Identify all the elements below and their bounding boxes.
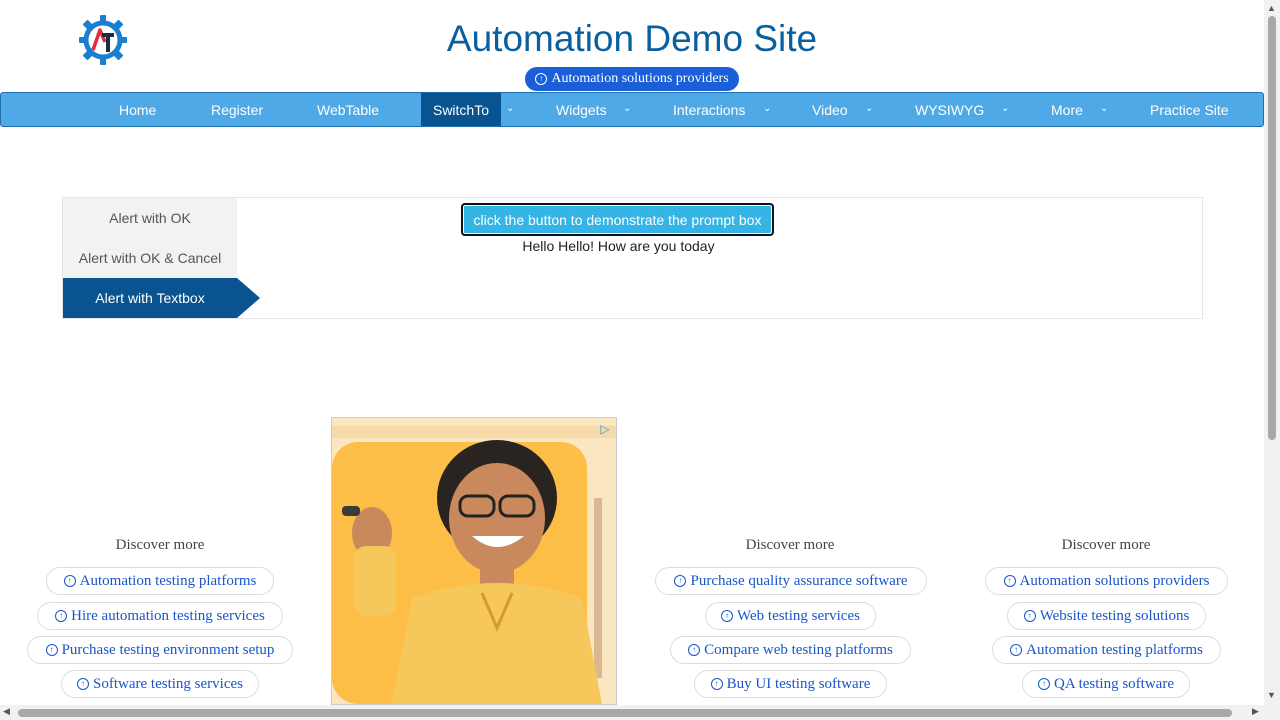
nav-item-practice-site[interactable]: Practice Site: [1150, 93, 1229, 126]
arrow-up-circle-icon: ↑: [1003, 575, 1016, 587]
advertisement-banner[interactable]: ▷: [331, 417, 617, 705]
discover-link[interactable]: ↑ QA testing software: [1022, 670, 1190, 698]
nav-item-widgets[interactable]: Widgets: [556, 93, 607, 126]
discover-link[interactable]: ↑ Website testing solutions: [1007, 602, 1206, 630]
main-navbar: Home Register WebTable SwitchTo ⌄ Widget…: [0, 92, 1264, 127]
arrow-up-circle-icon: ↑: [1038, 678, 1050, 690]
scroll-right-arrow-icon[interactable]: ▶: [1252, 706, 1259, 717]
arrow-up-circle-icon: ↑: [721, 610, 734, 622]
discover-link[interactable]: ↑ Automation solutions providers: [985, 567, 1228, 595]
arrow-up-circle-icon: ↑: [55, 610, 68, 622]
nav-item-interactions[interactable]: Interactions: [673, 93, 745, 126]
arrow-up-circle-icon: ↑: [710, 678, 723, 690]
promo-link-pill[interactable]: ↑ Automation solutions providers: [525, 67, 739, 91]
chevron-down-icon[interactable]: ⌄: [506, 103, 514, 114]
discover-more-heading: Discover more: [745, 537, 835, 553]
chevron-down-icon[interactable]: ⌄: [1001, 103, 1009, 114]
horizontal-scroll-thumb[interactable]: [18, 709, 1232, 717]
arrow-up-circle-icon: ↑: [1010, 644, 1023, 656]
arrow-up-circle-icon: ↑: [77, 678, 90, 690]
nav-item-video[interactable]: Video: [812, 93, 848, 126]
discover-link[interactable]: ↑ Purchase quality assurance software: [655, 567, 927, 595]
nav-item-more[interactable]: More: [1051, 93, 1083, 126]
site-title: Automation Demo Site: [446, 18, 818, 59]
discover-link[interactable]: ↑ Automation testing platforms: [46, 567, 274, 595]
discover-link[interactable]: ↑ Purchase testing environment setup: [27, 636, 293, 664]
tab-alert-ok[interactable]: Alert with OK: [63, 198, 237, 238]
discover-link[interactable]: ↑ Web testing services: [705, 602, 876, 630]
nav-item-webtable[interactable]: WebTable: [317, 93, 379, 126]
vertical-scroll-thumb[interactable]: [1268, 16, 1276, 440]
arrow-up-circle-icon: ↑: [45, 644, 58, 656]
scroll-up-arrow-icon[interactable]: ▲: [1267, 3, 1276, 13]
discover-link[interactable]: ↑ Hire automation testing services: [37, 602, 283, 630]
tab-alert-ok-cancel[interactable]: Alert with OK & Cancel: [63, 238, 237, 278]
prompt-box-button[interactable]: click the button to demonstrate the prom…: [461, 203, 774, 236]
adchoices-icon[interactable]: ▷: [598, 422, 612, 436]
arrow-up-circle-icon: ↑: [674, 575, 687, 587]
tab-alert-textbox[interactable]: Alert with Textbox: [63, 278, 237, 318]
nav-item-switchto[interactable]: SwitchTo: [421, 93, 501, 126]
chevron-down-icon[interactable]: ⌄: [623, 103, 631, 114]
active-tab-arrow: [237, 278, 260, 318]
discover-link[interactable]: ↑ Automation testing platforms: [992, 636, 1221, 664]
discover-link[interactable]: ↑ Software testing services: [61, 670, 259, 698]
arrow-up-circle-icon: ↑: [688, 644, 701, 656]
nav-item-home[interactable]: Home: [119, 93, 156, 126]
discover-more-heading: Discover more: [1061, 537, 1151, 553]
chevron-down-icon[interactable]: ⌄: [1100, 103, 1108, 114]
horizontal-scrollbar[interactable]: ◀ ▶: [0, 705, 1264, 720]
arrow-up-circle-icon: ↑: [535, 73, 548, 85]
vertical-scrollbar[interactable]: ▲ ▼: [1264, 0, 1280, 705]
discover-link[interactable]: ↑ Compare web testing platforms: [670, 636, 911, 664]
promo-link-label: Automation solutions providers: [551, 71, 729, 86]
chevron-down-icon[interactable]: ⌄: [865, 103, 873, 114]
nav-item-wysiwyg[interactable]: WYSIWYG: [915, 93, 984, 126]
arrow-up-circle-icon: ↑: [1023, 610, 1036, 622]
discover-link[interactable]: ↑ Buy UI testing software: [694, 670, 887, 698]
scroll-down-arrow-icon[interactable]: ▼: [1267, 690, 1276, 700]
prompt-result-text: Hello Hello! How are you today: [522, 238, 715, 254]
nav-item-register[interactable]: Register: [211, 93, 263, 126]
discover-more-heading: Discover more: [115, 537, 205, 553]
scrollbar-corner: [1264, 705, 1280, 720]
chevron-down-icon[interactable]: ⌄: [763, 103, 771, 114]
arrow-up-circle-icon: ↑: [63, 575, 76, 587]
scroll-left-arrow-icon[interactable]: ◀: [3, 706, 10, 717]
ad-illustration: [332, 418, 616, 704]
